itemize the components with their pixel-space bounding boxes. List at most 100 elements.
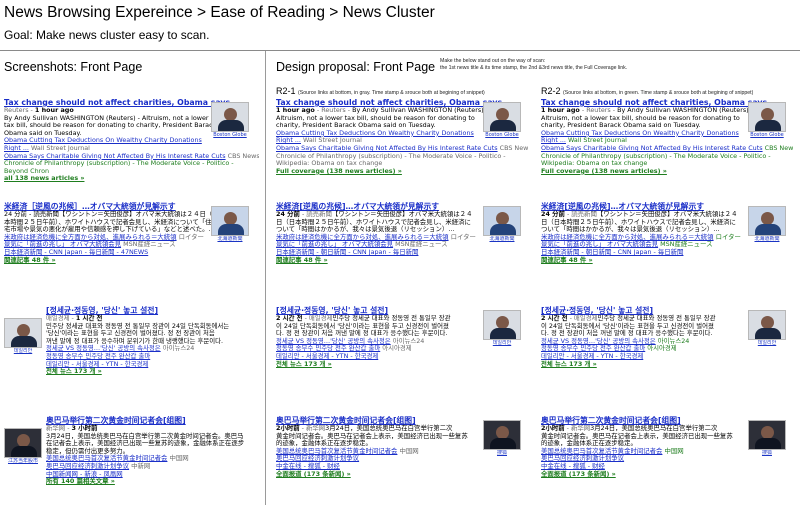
story-thumbnail[interactable]: Boston Globe	[748, 102, 786, 138]
story-snippet-start: 민주당 정세균 대표와 정동영 전 통일부 장관	[332, 314, 451, 322]
thumbnail-source-link[interactable]: 搜狐	[483, 450, 521, 456]
story-snippet-start: 【ワシントン＝矢田俊彦】オバマ米大統領は２４	[331, 210, 473, 218]
variant-note: (Source links at bottom, in gray. Time s…	[298, 90, 485, 96]
thumbnail-source-link[interactable]: 데일리안	[4, 348, 42, 354]
thumbnail-source-link[interactable]: Boston Globe	[748, 132, 786, 138]
story-thumbnail[interactable]: 搜狐	[748, 420, 786, 456]
thumbnail-image[interactable]	[4, 428, 42, 458]
thumbnail-source-link[interactable]: 搜狐	[748, 450, 786, 456]
related-article-source: 中国网	[397, 446, 419, 455]
thumbnail-figure-body	[755, 224, 781, 235]
full-coverage-link[interactable]: 関連記事 48 件 »	[276, 256, 478, 265]
full-coverage-link[interactable]: 全面报道 (173 条新闻) »	[276, 470, 478, 479]
cluster-text: [정세균·정동영, '당신' 놓고 설전] 매일경제 - 1 시간 전 민주당 정세…	[46, 306, 259, 376]
related-article-link[interactable]: Obama Says Charitable Giving Not Affecte…	[276, 144, 498, 152]
story-thumbnail[interactable]: 데일리안	[483, 310, 521, 346]
thumbnail-source-link[interactable]: 北海道新聞	[211, 236, 249, 242]
thumbnail-source-link[interactable]: Boston Globe	[211, 132, 249, 138]
thumbnail-source-link[interactable]: Boston Globe	[483, 132, 521, 138]
thumbnail-figure-body	[755, 438, 781, 449]
thumbnail-image[interactable]	[748, 102, 786, 132]
related-article-link[interactable]: 日本経済新聞 - 朝日新聞 - CNN Japan - 毎日新聞	[276, 248, 418, 256]
related-article-link[interactable]: Obama Says Charitable Giving Not Affecte…	[541, 144, 763, 152]
story-snippet-start: 【ワシントン＝矢田俊彦】オバマ米大統領は２４	[596, 210, 738, 218]
story-time: 24 分前	[276, 210, 300, 218]
thumbnail-image[interactable]	[748, 310, 786, 340]
story-thumbnail[interactable]: 江苏当年股市	[4, 428, 42, 464]
story-thumbnail[interactable]: Boston Globe	[483, 102, 521, 138]
full-coverage-link[interactable]: 全面报道 (173 条新闻) »	[541, 470, 743, 479]
thumbnail-figure-body	[218, 224, 244, 235]
thumbnail-source-link[interactable]: 데일리안	[748, 340, 786, 346]
thumbnail-figure-body	[490, 438, 516, 449]
thumbnail-image[interactable]	[211, 102, 249, 132]
thumbnail-image[interactable]	[211, 206, 249, 236]
cluster-text: Tax change should not affect charities, …	[4, 98, 259, 183]
related-article-source: 中新网	[129, 461, 151, 470]
story-thumbnail[interactable]: 데일리안	[748, 310, 786, 346]
full-coverage-link[interactable]: 전체 뉴스 173 개 »	[541, 360, 743, 369]
related-article-link[interactable]: 데일리안 - 서울경제 - YTN - 한국경제	[541, 352, 643, 360]
news-cluster: 奥巴马举行第二次黄金时间记者会[组图] 新华网 - 3 小时前 3月24日，美国总统…	[4, 416, 259, 505]
story-time: 2小时前	[541, 424, 565, 432]
related-article-source: 中国网	[662, 446, 684, 455]
related-article-source: CBS News	[764, 143, 793, 152]
goal-text: Goal: Make news cluster easy to scan.	[4, 28, 210, 42]
cluster-text: [정세균·정동영, '당신' 놓고 설전] 2 시간 전 - 매일경제민주당 정세…	[276, 306, 478, 368]
thumbnail-image[interactable]	[483, 206, 521, 236]
related-article-link[interactable]: 中金在线 - 搜狐 - 财经	[276, 462, 340, 470]
thumbnail-image[interactable]	[483, 420, 521, 450]
variant-r2-1-label: R2-1 (Source links at bottom, in gray. T…	[276, 86, 485, 96]
all-articles-link[interactable]: 所有 140 篇相关文章 »	[46, 478, 259, 486]
story-source: - Reuters -	[579, 106, 618, 114]
related-article-link[interactable]: 日本経済新聞 - 朝日新聞 - CNN Japan - 毎日新聞	[541, 248, 683, 256]
thumbnail-figure-body	[11, 336, 37, 347]
design-note: Make the below stand out on the way of s…	[440, 58, 627, 71]
story-source: - 読売新聞	[564, 210, 597, 218]
story-thumbnail[interactable]: 北海道新聞	[211, 206, 249, 242]
full-coverage-link[interactable]: Full coverage (138 news articles) »	[541, 167, 743, 176]
screenshots-heading: Screenshots: Front Page	[4, 60, 143, 74]
thumbnail-image[interactable]	[748, 420, 786, 450]
story-source: 新华网 -	[46, 424, 72, 432]
story-time: 2小时前	[276, 424, 300, 432]
thumbnail-source-link[interactable]: 데일리안	[483, 340, 521, 346]
thumbnail-source-link[interactable]: 北海道新聞	[483, 236, 521, 242]
story-thumbnail[interactable]: 데일리안	[4, 318, 42, 354]
full-coverage-link[interactable]: Full coverage (138 news articles) »	[276, 167, 478, 176]
variant-r2-2-label: R2-2 (Source links at bottom, in green. …	[541, 86, 753, 96]
related-article-link[interactable]: 日本経済新聞 - CNN Japan - 毎日新聞 - 47NEWS	[4, 248, 148, 256]
variant-note: (Source links at bottom, in green. Time …	[563, 90, 754, 96]
cluster-text: 米経済[逆風の兆候]…オバマ大統領が見解示す 24 分前 - 読売新聞【ワシントン…	[276, 202, 478, 264]
story-time: 1 시간 전	[75, 314, 103, 322]
section-divider	[265, 51, 266, 505]
cluster-text: 奥巴马举行第二次黄金时间记者会[组图] 2小时前 - 新华网3月24日，美国总统奥…	[541, 416, 743, 478]
news-cluster: 米経済[逆風の兆候]…オバマ大統領が見解示す 24 分前 - 読売新聞【ワシントン…	[541, 202, 793, 302]
page-title: News Browsing Expereince > Ease of Readi…	[4, 4, 435, 21]
story-time: 1 hour ago	[541, 106, 580, 114]
thumbnail-source-link[interactable]: 北海道新聞	[748, 236, 786, 242]
story-source: 매일경제 -	[46, 314, 76, 322]
all-articles-link[interactable]: 전체 뉴스 173 개 »	[46, 368, 259, 376]
story-thumbnail[interactable]: 北海道新聞	[483, 206, 521, 242]
thumbnail-image[interactable]	[483, 102, 521, 132]
story-thumbnail[interactable]: 北海道新聞	[748, 206, 786, 242]
cluster-text: 米経済[逆風の兆候]…オバマ大統領が見解示す 24 分前 - 読売新聞【ワシントン…	[541, 202, 743, 264]
story-thumbnail[interactable]: 搜狐	[483, 420, 521, 456]
related-article-link[interactable]: 中金在线 - 搜狐 - 财经	[541, 462, 605, 470]
full-coverage-link[interactable]: 関連記事 48 件 »	[541, 256, 743, 265]
related-article-source: 中国网	[167, 454, 189, 463]
thumbnail-image[interactable]	[483, 310, 521, 340]
story-thumbnail[interactable]: Boston Globe	[211, 102, 249, 138]
full-coverage-link[interactable]: 전체 뉴스 173 개 »	[276, 360, 478, 369]
thumbnail-figure-body	[490, 120, 516, 131]
all-articles-link[interactable]: 関連記事 48 件 »	[4, 256, 206, 265]
related-article-source: 아이뉴스24	[160, 344, 195, 353]
thumbnail-source-link[interactable]: 江苏当年股市	[4, 458, 42, 464]
news-cluster: [정세균·정동영, '당신' 놓고 설전] 2 시간 전 - 매일경제민주당 정세…	[541, 306, 793, 412]
related-article-link[interactable]: 데일리안 - 서울경제 - YTN - 한국경제	[276, 352, 378, 360]
related-article-source: 아시아경제	[380, 344, 412, 353]
thumbnail-image[interactable]	[748, 206, 786, 236]
thumbnail-image[interactable]	[4, 318, 42, 348]
all-articles-link[interactable]: all 138 news articles »	[4, 175, 206, 183]
